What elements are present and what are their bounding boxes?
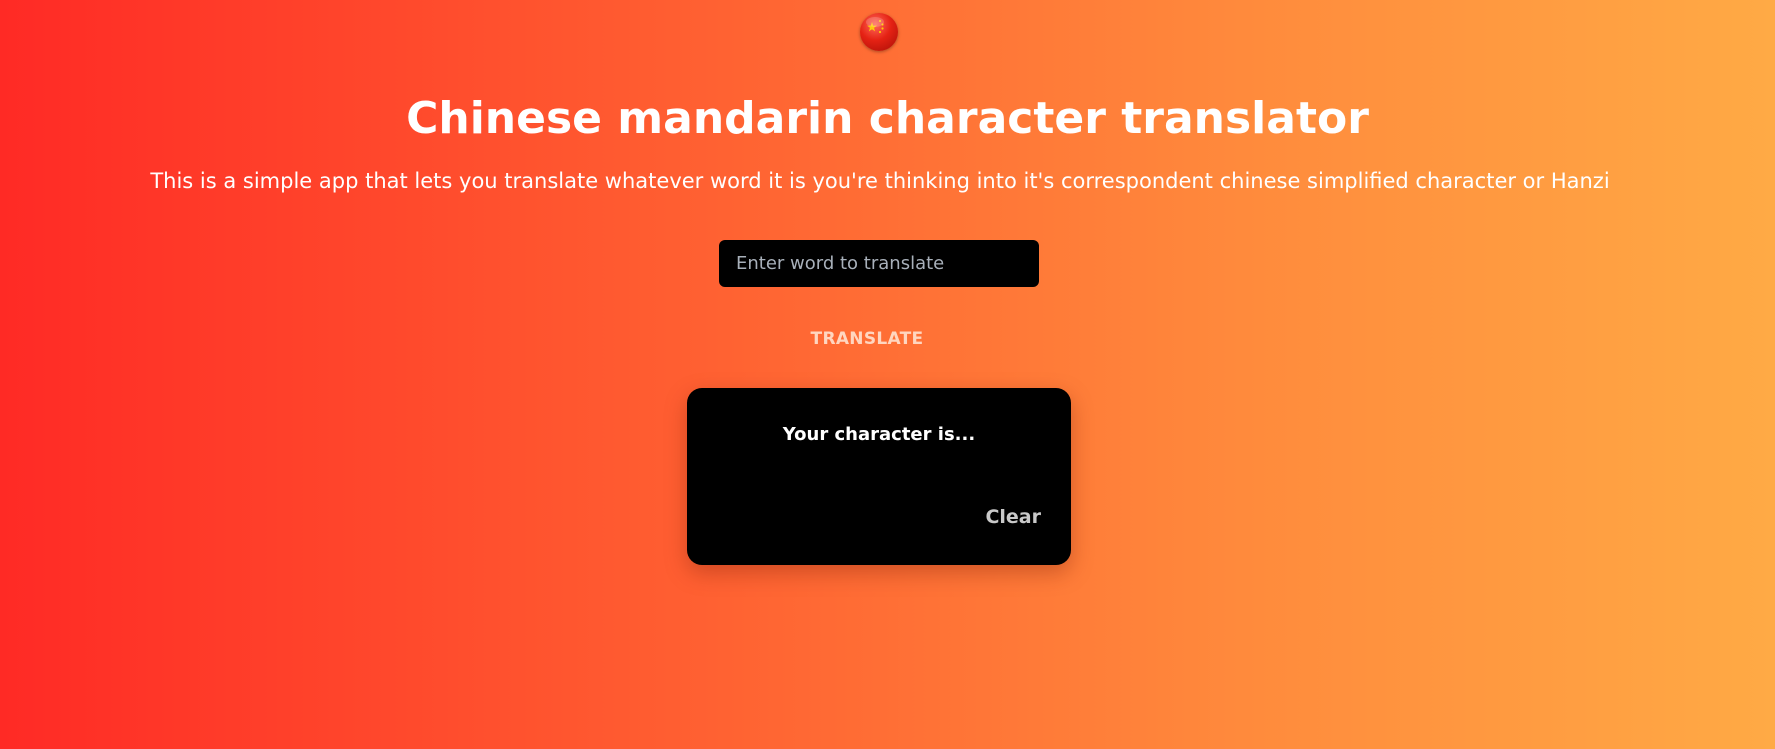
result-heading: Your character is... <box>782 424 976 445</box>
page-subtitle: This is a simple app that lets you trans… <box>150 169 1610 193</box>
page-title: Chinese mandarin character translator <box>406 93 1369 144</box>
translate-button[interactable]: TRANSLATE <box>790 324 944 354</box>
word-input[interactable] <box>719 240 1039 287</box>
china-flag-icon <box>860 13 898 51</box>
clear-button[interactable]: Clear <box>985 506 1041 528</box>
result-card: Your character is... Clear <box>687 388 1071 565</box>
